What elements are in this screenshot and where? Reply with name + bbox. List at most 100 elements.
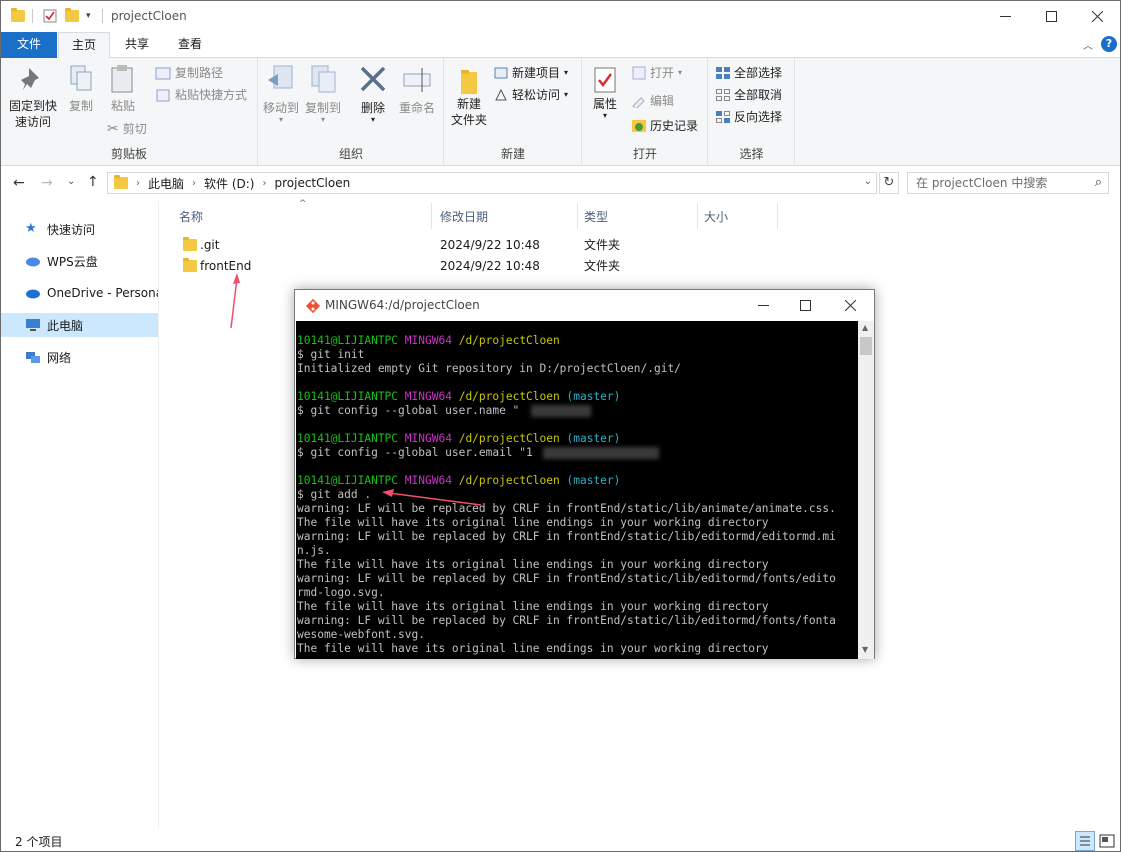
nav-this-pc[interactable]: 此电脑 xyxy=(1,313,158,337)
ribbon-tabs: 文件 主页 共享 查看 ︿ ? xyxy=(1,32,1120,59)
tab-share[interactable]: 共享 xyxy=(114,32,160,58)
column-divider xyxy=(431,203,432,229)
chevron-right-icon[interactable]: › xyxy=(136,178,140,189)
copy-to-icon xyxy=(311,65,336,93)
scroll-up-icon[interactable]: ▲ xyxy=(862,323,868,332)
organize-group: 移动到 ▾ 复制到 ▾ 删除 ▾ 重命名 组织 xyxy=(259,58,444,166)
terminal-line: wesome-webfont.svg. xyxy=(297,628,425,641)
column-header-type[interactable]: 类型 xyxy=(584,207,608,227)
pin-quick-access-button[interactable]: 固定到快速访问 xyxy=(5,64,61,130)
delete-x-icon xyxy=(360,66,386,92)
cloud-icon xyxy=(25,254,41,268)
table-row[interactable]: frontEnd 2024/9/22 10:48 文件夹 xyxy=(179,255,779,277)
terminal-line: warning: LF will be replaced by CRLF in … xyxy=(297,530,836,543)
search-input[interactable]: 在 projectCloen 中搜索 ⌕ xyxy=(907,172,1109,194)
refresh-icon[interactable]: ↻ xyxy=(879,172,899,194)
back-arrow-icon[interactable]: ← xyxy=(13,175,25,191)
terminal-maximize-button[interactable] xyxy=(785,290,825,321)
chevron-right-icon[interactable]: › xyxy=(262,178,266,189)
recent-locations-icon[interactable]: ⌄ xyxy=(67,176,75,187)
terminal-line: n.js. xyxy=(297,544,331,557)
nav-quick-access[interactable]: ★ 快速访问 xyxy=(1,217,158,241)
folder-icon xyxy=(114,175,128,189)
open-button[interactable]: 打开 ▾ xyxy=(631,65,682,81)
terminal-line: $ git init xyxy=(297,348,365,361)
column-header-size[interactable]: 大小 xyxy=(704,207,728,227)
paste-shortcut-button[interactable]: 粘贴快捷方式 xyxy=(155,87,247,103)
navigation-pane: ★ 快速访问 WPS云盘 OneDrive - Persona 此电脑 网络 xyxy=(1,201,159,829)
new-item-button[interactable]: 新建项目 ▾ xyxy=(493,65,568,81)
column-header-date[interactable]: 修改日期 xyxy=(440,207,488,227)
address-box[interactable]: › 此电脑 › 软件 (D:) › projectCloen ⌄ xyxy=(107,172,877,194)
select-none-icon xyxy=(716,89,730,101)
new-folder-quick-icon[interactable] xyxy=(65,7,79,25)
nav-network[interactable]: 网络 xyxy=(1,345,158,369)
select-group-label: 选择 xyxy=(739,147,764,161)
terminal-scrollbar[interactable]: ▲ ▼ xyxy=(858,321,874,659)
invert-selection-button[interactable]: 反向选择 xyxy=(715,109,782,125)
breadcrumb-drive-d[interactable]: 软件 (D:) xyxy=(204,175,254,192)
chevron-right-icon[interactable]: › xyxy=(192,178,196,189)
tab-home[interactable]: 主页 xyxy=(58,32,110,59)
breadcrumb-this-pc[interactable]: 此电脑 xyxy=(148,175,184,192)
file-date: 2024/9/22 10:48 xyxy=(440,259,540,273)
column-divider xyxy=(777,203,778,229)
minimize-button[interactable] xyxy=(982,1,1028,32)
edit-button[interactable]: 编辑 xyxy=(631,93,674,109)
forward-arrow-icon[interactable]: → xyxy=(41,175,53,191)
copy-path-button[interactable]: 复制路径 xyxy=(155,65,223,81)
terminal-line: warning: LF will be replaced by CRLF in … xyxy=(297,572,836,585)
folder-icon xyxy=(183,237,197,251)
up-arrow-icon[interactable]: ↑ xyxy=(87,174,99,190)
tab-view[interactable]: 查看 xyxy=(167,32,213,58)
annotation-arrow xyxy=(382,489,482,506)
nav-onedrive[interactable]: OneDrive - Persona xyxy=(1,281,158,305)
search-icon[interactable]: ⌕ xyxy=(1095,173,1102,193)
easy-access-button[interactable]: 轻松访问 ▾ xyxy=(493,87,568,103)
paste-icon xyxy=(111,65,133,93)
edit-icon xyxy=(632,97,645,108)
open-group-label: 打开 xyxy=(632,147,657,161)
open-group: 属性 ▾ 打开 ▾ 编辑 历史记录 打开 xyxy=(583,58,708,166)
move-to-button[interactable]: 移动到 ▾ xyxy=(261,64,301,124)
rename-button[interactable]: 重命名 xyxy=(395,64,439,116)
clipboard-group-label: 剪贴板 xyxy=(110,147,147,161)
copy-button[interactable]: 复制 xyxy=(63,64,99,114)
nav-wps-cloud[interactable]: WPS云盘 xyxy=(1,249,158,273)
scroll-thumb[interactable] xyxy=(860,337,872,355)
cut-button[interactable]: ✂ 剪切 xyxy=(107,121,147,137)
collapse-ribbon-icon[interactable]: ︿ xyxy=(1083,37,1093,52)
pin-icon xyxy=(21,68,39,90)
move-to-icon xyxy=(268,65,293,89)
breadcrumb-projectcloen[interactable]: projectCloen xyxy=(274,176,350,190)
maximize-button[interactable] xyxy=(1028,1,1074,32)
properties-quick-icon[interactable] xyxy=(43,7,57,25)
close-button[interactable] xyxy=(1074,1,1120,32)
help-icon[interactable]: ? xyxy=(1101,36,1117,52)
properties-button[interactable]: 属性 ▾ xyxy=(587,66,623,120)
select-none-button[interactable]: 全部取消 xyxy=(715,87,782,103)
copy-to-button[interactable]: 复制到 ▾ xyxy=(303,64,343,124)
details-view-icon[interactable] xyxy=(1075,831,1095,851)
file-type: 文件夹 xyxy=(584,259,621,273)
terminal-line: 10141@LIJIANTPC MINGW64 /d/projectCloen … xyxy=(297,432,621,445)
tab-file[interactable]: 文件 xyxy=(1,32,57,58)
customize-quick-access-icon[interactable]: ▾ xyxy=(86,7,91,25)
history-button[interactable]: 历史记录 xyxy=(631,118,698,134)
new-folder-button[interactable]: 新建 文件夹 xyxy=(447,66,491,128)
terminal-line: The file will have its original line end… xyxy=(297,516,769,529)
paste-button[interactable]: 粘贴 xyxy=(103,64,143,114)
delete-button[interactable]: 删除 ▾ xyxy=(355,64,391,124)
address-bar-row: ← → ⌄ ↑ › 此电脑 › 软件 (D:) › projectCloen ⌄… xyxy=(1,167,1120,201)
terminal-close-button[interactable] xyxy=(830,290,870,321)
terminal-line: 10141@LIJIANTPC MINGW64 /d/projectCloen … xyxy=(297,474,621,487)
scroll-down-icon[interactable]: ▼ xyxy=(862,645,868,654)
column-header-name[interactable]: 名称 xyxy=(179,207,203,227)
terminal-minimize-button[interactable] xyxy=(743,290,783,321)
address-dropdown-icon[interactable]: ⌄ xyxy=(864,176,872,187)
select-all-button[interactable]: 全部选择 xyxy=(715,65,782,81)
large-icons-view-icon[interactable] xyxy=(1098,832,1116,850)
column-divider xyxy=(697,203,698,229)
table-row[interactable]: .git 2024/9/22 10:48 文件夹 xyxy=(179,234,779,256)
